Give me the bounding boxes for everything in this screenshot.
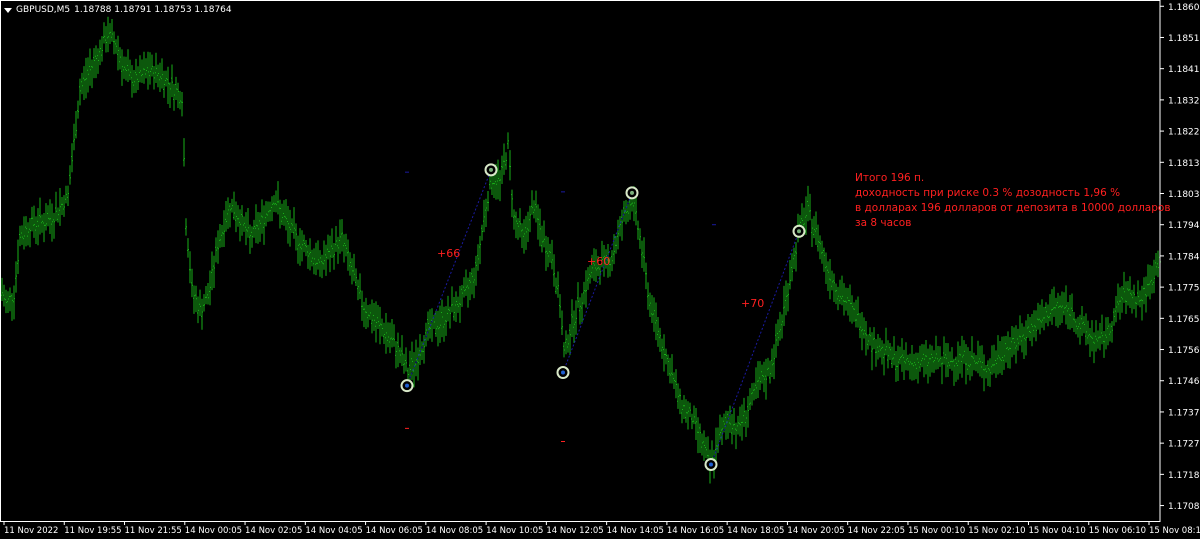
time-tick-label: 14 Nov 02:05 [245, 526, 302, 536]
symbol-header[interactable]: GBPUSD,M5 1.18788 1.18791 1.18753 1.1876… [4, 5, 232, 15]
ohlc-values: 1.18788 1.18791 1.18753 1.18764 [74, 5, 232, 15]
summary-annotation: Итого 196 п. доходность при риске 0.3 % … [855, 171, 1171, 231]
trade-entry-marker-dot-2 [561, 370, 565, 375]
price-axis[interactable]: 1.18605 1.18510 1.18415 1.18320 1.18225 1.181… [1160, 3, 1200, 512]
price-tick-label: 1.18510 [1168, 34, 1200, 44]
time-tick-label: 11 Nov 2022 [4, 526, 58, 536]
time-tick-label: 15 Nov 00:10 [908, 526, 965, 536]
price-tick-label: 1.17370 [1168, 408, 1200, 418]
time-tick-label: 14 Nov 20:05 [787, 526, 844, 536]
trade-entry-marker-dot-3 [709, 462, 713, 467]
price-tick-label: 1.17465 [1168, 377, 1200, 387]
time-tick-label: 14 Nov 10:05 [486, 526, 543, 536]
symbol-label: GBPUSD,M5 [16, 5, 71, 15]
summary-line-total: Итого 196 п. [855, 172, 925, 184]
trade-entry-marker-dot-1 [405, 383, 409, 388]
time-tick-label: 15 Nov 02:10 [968, 526, 1025, 536]
time-tick-label: 14 Nov 00:05 [185, 526, 242, 536]
price-tick-label: 1.17845 [1168, 252, 1200, 262]
time-tick-label: 14 Nov 14:05 [607, 526, 664, 536]
trade-exit-marker-dot-2 [630, 190, 634, 195]
chart-area[interactable]: 1.18605 1.18510 1.18415 1.18320 1.18225 1.181… [0, 0, 1200, 539]
price-tick-label: 1.17180 [1168, 471, 1200, 481]
trade-exit-marker-dot-1 [489, 167, 493, 172]
price-tick-label: 1.18605 [1168, 3, 1200, 13]
time-tick-label: 11 Nov 19:55 [64, 526, 121, 536]
summary-line-yield: доходность при риске 0.3 % дозодность 1,… [855, 187, 1121, 199]
price-tick-label: 1.17085 [1168, 502, 1200, 512]
summary-line-dollars: в долларах 196 долларов от депозита в 10… [855, 202, 1171, 214]
candles-layer [1, 16, 1161, 484]
price-tick-label: 1.18415 [1168, 65, 1200, 75]
dropdown-triangle-icon[interactable] [4, 7, 12, 13]
price-chart[interactable]: 1.18605 1.18510 1.18415 1.18320 1.18225 1.181… [0, 0, 1200, 539]
chart-frame [0, 0, 1161, 522]
time-tick-label: 11 Nov 21:55 [125, 526, 182, 536]
plot-border [0, 0, 1161, 522]
time-tick-label: 14 Nov 04:05 [305, 526, 362, 536]
trade-profit-label-3: +70 [741, 297, 765, 310]
trade-profit-label-2: +60 [587, 255, 611, 268]
price-tick-label: 1.17560 [1168, 346, 1200, 356]
price-tick-label: 1.17940 [1168, 221, 1200, 231]
time-tick-label: 14 Nov 08:05 [426, 526, 483, 536]
price-tick-label: 1.17655 [1168, 315, 1200, 325]
time-tick-label: 14 Nov 18:05 [727, 526, 784, 536]
price-tick-label: 1.17750 [1168, 284, 1200, 294]
price-tick-label: 1.18130 [1168, 159, 1200, 169]
time-axis[interactable]: 11 Nov 2022 11 Nov 19:55 11 Nov 21:55 14 No… [3, 521, 1200, 536]
price-tick-label: 1.18035 [1168, 190, 1200, 200]
price-tick-label: 1.18225 [1168, 128, 1200, 138]
price-tick-label: 1.18320 [1168, 96, 1200, 106]
trade-profit-label-1: +66 [437, 247, 461, 260]
price-tick-label: 1.17275 [1168, 440, 1200, 450]
trade-exit-marker-dot-3 [797, 229, 801, 234]
time-tick-label: 14 Nov 22:05 [848, 526, 905, 536]
time-tick-label: 15 Nov 04:10 [1028, 526, 1085, 536]
time-tick-label: 15 Nov 06:10 [1089, 526, 1146, 536]
trade-line-3 [710, 231, 800, 465]
time-tick-label: 14 Nov 16:05 [667, 526, 724, 536]
time-tick-label: 14 Nov 06:05 [366, 526, 423, 536]
time-tick-label: 15 Nov 08:10 [1149, 526, 1200, 536]
time-tick-label: 14 Nov 12:05 [546, 526, 603, 536]
summary-line-period: за 8 часов [855, 217, 912, 229]
